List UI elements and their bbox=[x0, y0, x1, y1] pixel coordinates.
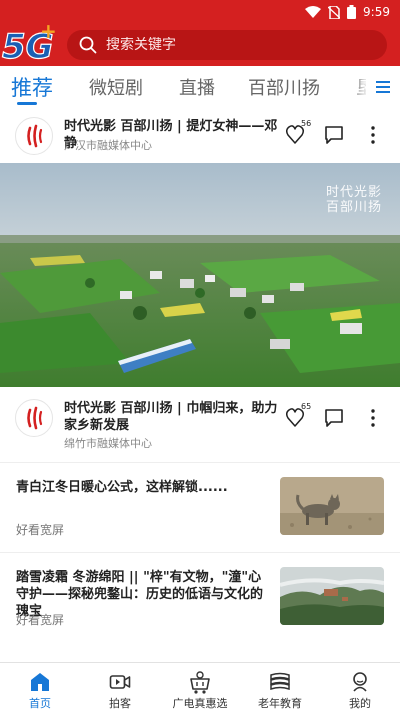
search-bar[interactable] bbox=[67, 30, 387, 60]
video-source: 广汉市融媒体中心 bbox=[64, 139, 152, 152]
more-options-icon[interactable] bbox=[366, 125, 380, 145]
publisher-avatar[interactable] bbox=[15, 117, 53, 155]
nav-senior-education-label: 老年教育 bbox=[258, 697, 302, 710]
nav-shop[interactable]: 广电真惠选 bbox=[160, 663, 240, 712]
app-logo[interactable]: 5G + bbox=[0, 18, 58, 64]
article-source: 好看宽屏 bbox=[16, 613, 65, 627]
video-camera-icon bbox=[109, 675, 131, 689]
nav-paike[interactable]: 拍客 bbox=[80, 663, 160, 712]
publisher-avatar[interactable] bbox=[15, 399, 53, 437]
active-tab-indicator bbox=[17, 102, 37, 105]
book-stack-icon bbox=[270, 672, 290, 691]
like-count: 56 bbox=[301, 119, 312, 128]
like-count: 65 bbox=[301, 402, 312, 411]
app-header: 5G + bbox=[0, 19, 400, 66]
video-post-header[interactable]: 时代光影 百部川扬 | 提灯女神——邓静 广汉市融媒体中心 56 bbox=[0, 108, 400, 164]
tab-baibu-chuanyang[interactable]: 百部川扬 bbox=[248, 74, 320, 100]
nav-paike-label: 拍客 bbox=[109, 697, 131, 710]
comment-icon[interactable] bbox=[324, 125, 344, 145]
search-input[interactable] bbox=[106, 37, 356, 53]
content-feed: 时代光影 百部川扬 | 提灯女神——邓静 广汉市融媒体中心 56 时代光影 百部… bbox=[0, 108, 400, 662]
menu-icon bbox=[376, 81, 390, 93]
media-center-logo-icon bbox=[27, 406, 43, 430]
more-options-icon[interactable] bbox=[366, 408, 380, 428]
article-thumbnail[interactable] bbox=[280, 477, 384, 535]
video-player[interactable]: 时代光影 百部川扬 bbox=[0, 163, 400, 387]
shopping-cart-icon bbox=[190, 671, 210, 694]
nav-shop-label: 广电真惠选 bbox=[172, 697, 228, 710]
person-icon bbox=[353, 672, 367, 692]
nav-profile-label: 我的 bbox=[349, 697, 371, 710]
misty-mountain-photo bbox=[280, 567, 384, 625]
tab-recommend[interactable]: 推荐 bbox=[11, 72, 53, 102]
nav-home-label: 首页 bbox=[29, 697, 51, 710]
home-icon bbox=[31, 673, 49, 691]
tab-live[interactable]: 直播 bbox=[179, 74, 215, 100]
tabs-menu-button[interactable] bbox=[366, 66, 400, 108]
media-center-logo-icon bbox=[27, 124, 43, 148]
no-sim-icon bbox=[328, 5, 341, 19]
video-watermark: 时代光影 百部川扬 bbox=[326, 185, 382, 215]
search-icon bbox=[79, 36, 97, 54]
article-source: 好看宽屏 bbox=[16, 523, 65, 537]
article-item[interactable]: 踏雪凌霜 冬游绵阳 || "梓"有文物，"潼"心守护——探秘兜鍪山：历史的低语与… bbox=[0, 552, 400, 642]
tab-short-drama[interactable]: 微短剧 bbox=[89, 74, 143, 100]
bottom-navigation: 首页 拍客 广电真惠选 老年教育 我的 bbox=[0, 662, 400, 712]
battery-icon bbox=[347, 5, 357, 19]
status-time: 9:59 bbox=[363, 5, 390, 19]
wifi-icon bbox=[305, 6, 322, 18]
status-bar: 9:59 bbox=[0, 0, 400, 24]
nav-profile[interactable]: 我的 bbox=[320, 663, 400, 712]
category-tabs: 推荐 微短剧 直播 百部川扬 垦 bbox=[0, 66, 400, 108]
article-item[interactable]: 青白江冬日暖心公式，这样解锁...... 好看宽屏 bbox=[0, 462, 400, 552]
article-thumbnail[interactable] bbox=[280, 567, 384, 625]
watermark-line-1: 时代光影 bbox=[325, 185, 382, 200]
video-source: 绵竹市融媒体中心 bbox=[64, 437, 152, 450]
app-screen: 9:59 5G + 推荐 微短剧 直播 百部川扬 垦 bbox=[0, 0, 400, 712]
article-title[interactable]: 青白江冬日暖心公式，这样解锁...... bbox=[16, 479, 266, 496]
nav-senior-education[interactable]: 老年教育 bbox=[240, 663, 320, 712]
watermark-line-2: 百部川扬 bbox=[325, 200, 382, 215]
svg-text:+: + bbox=[40, 19, 57, 43]
video-post-header[interactable]: 时代光影 百部川扬 | 巾帼归来，助力家乡新发展 绵竹市融媒体中心 65 bbox=[0, 390, 400, 450]
comment-icon[interactable] bbox=[324, 408, 344, 428]
cat-photo bbox=[280, 477, 384, 535]
video-title[interactable]: 时代光影 百部川扬 | 巾帼归来，助力家乡新发展 bbox=[64, 400, 278, 434]
nav-home[interactable]: 首页 bbox=[0, 663, 80, 712]
